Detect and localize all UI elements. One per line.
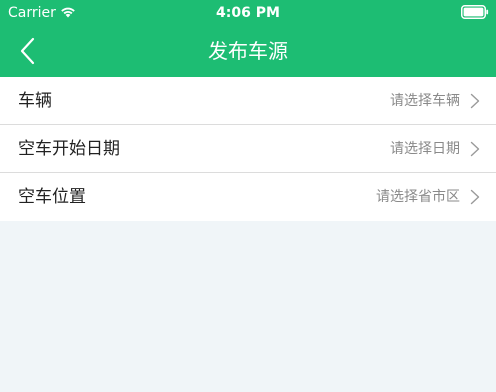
battery-full-icon <box>461 5 489 19</box>
start-date-label: 空车开始日期 <box>18 139 120 159</box>
location-row[interactable]: 空车位置 请选择省市区 <box>0 173 496 221</box>
chevron-right-icon <box>470 189 480 205</box>
chevron-left-icon <box>20 37 35 65</box>
start-date-row[interactable]: 空车开始日期 请选择日期 <box>0 125 496 173</box>
start-date-placeholder: 请选择日期 <box>390 141 460 157</box>
status-time: 4:06 PM <box>216 5 280 21</box>
vehicle-placeholder: 请选择车辆 <box>390 93 460 109</box>
navigation-bar: 发布车源 <box>0 26 496 77</box>
status-bar: Carrier 4:06 PM <box>0 0 496 26</box>
location-label: 空车位置 <box>18 187 86 207</box>
back-button[interactable] <box>10 32 44 70</box>
page-title: 发布车源 <box>208 39 288 63</box>
chevron-right-icon <box>470 93 480 109</box>
header: Carrier 4:06 PM 发布车源 <box>0 0 496 77</box>
location-placeholder: 请选择省市区 <box>376 189 460 205</box>
chevron-right-icon <box>470 141 480 157</box>
form-list: 车辆 请选择车辆 空车开始日期 请选择日期 空车位置 请选择省市区 <box>0 77 496 221</box>
vehicle-label: 车辆 <box>18 91 52 111</box>
vehicle-row[interactable]: 车辆 请选择车辆 <box>0 77 496 125</box>
